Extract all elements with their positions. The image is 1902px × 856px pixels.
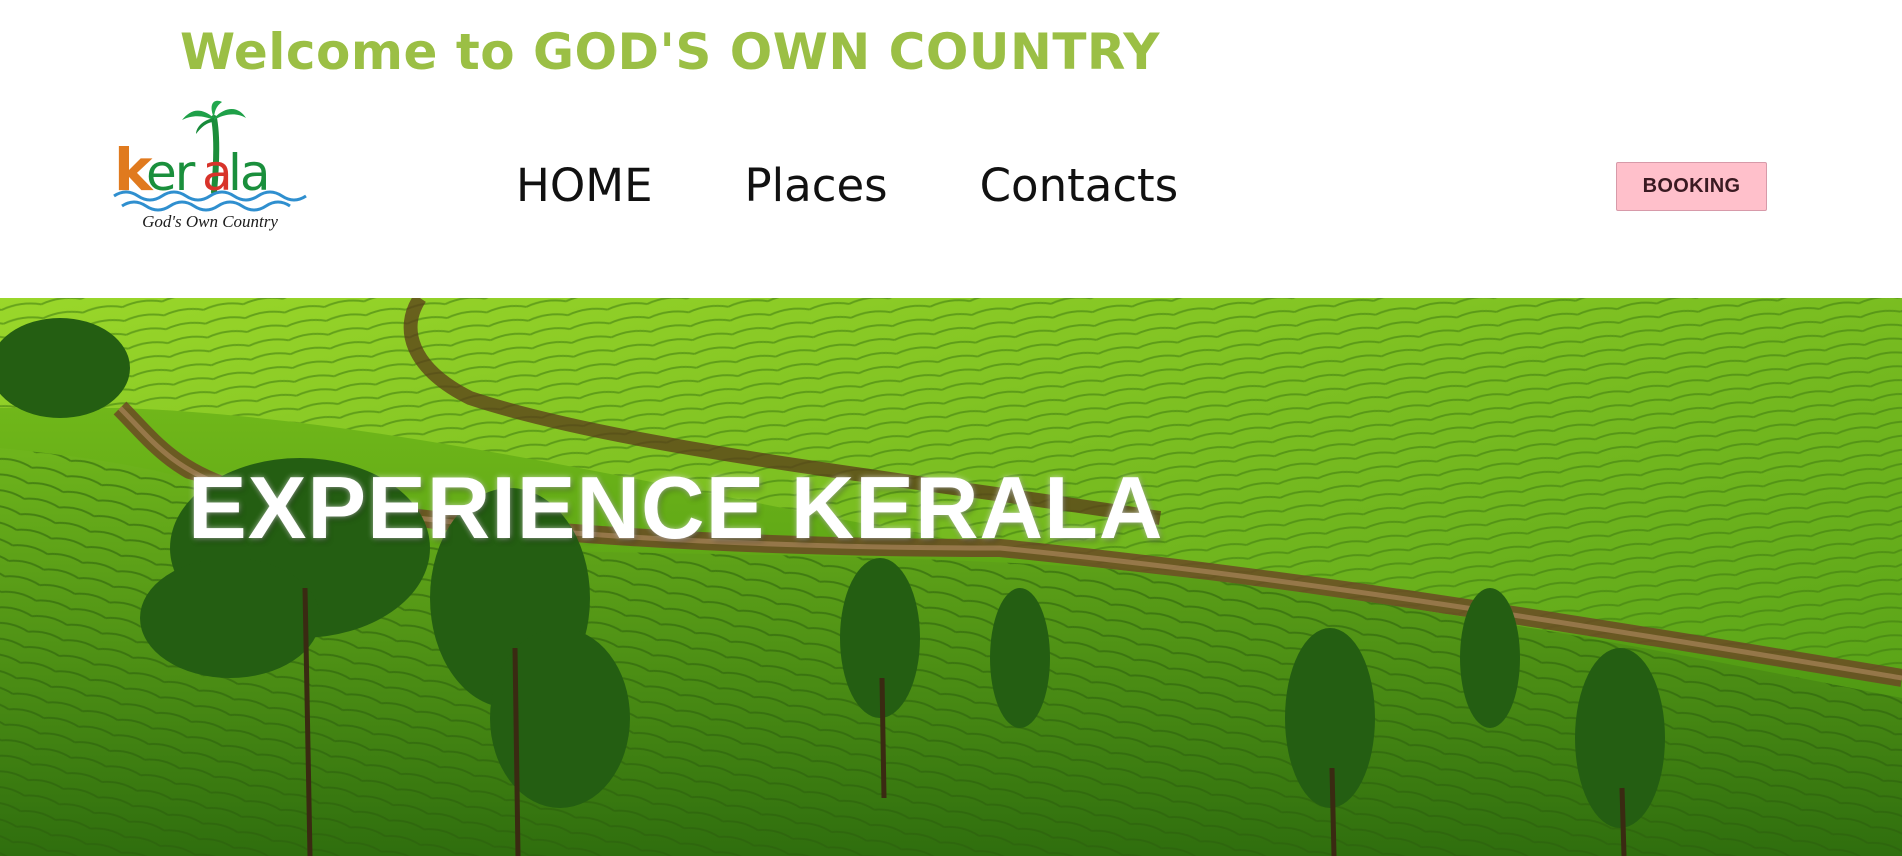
logo-graphic: k er a la [113,100,307,212]
kerala-logo[interactable]: k er a la God's Own Country [110,100,310,240]
logo-tagline: God's Own Country [142,212,278,231]
nav-places[interactable]: Places [745,160,888,212]
main-nav: HOME Places Contacts [516,160,1178,212]
hero-title: EXPERIENCE KERALA [188,458,1164,557]
nav-home[interactable]: HOME [516,160,653,212]
tea-plantation-image [0,298,1902,856]
welcome-title: Welcome to GOD'S OWN COUNTRY [180,23,1160,81]
hero-banner: EXPERIENCE KERALA [0,298,1902,856]
nav-contacts[interactable]: Contacts [980,160,1179,212]
booking-button[interactable]: BOOKING [1616,162,1767,211]
